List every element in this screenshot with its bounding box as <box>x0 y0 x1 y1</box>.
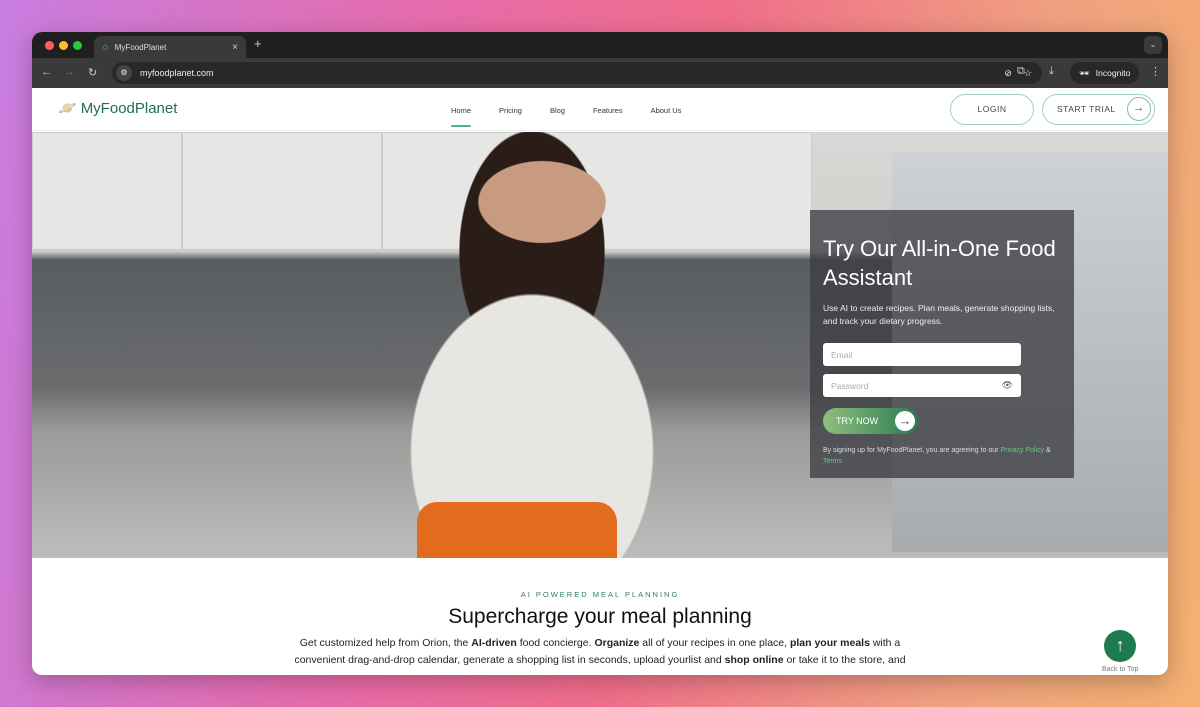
paragraph-text: food concierge. <box>516 637 595 649</box>
start-trial-label: START TRIAL <box>1057 104 1116 114</box>
bookmark-star-icon[interactable]: ☆ <box>1024 68 1032 79</box>
extensions-icon[interactable]: ⧉ <box>1017 65 1025 78</box>
hero-subtitle: Use AI to create recipes. Plan meals, ge… <box>823 303 1055 326</box>
start-trial-button[interactable]: START TRIAL → <box>1042 94 1155 125</box>
logo-text: MyFoodPlanet <box>80 99 178 117</box>
incognito-icon: 🕶 <box>1079 67 1090 78</box>
nav-features[interactable]: Features <box>593 106 623 115</box>
arrow-right-icon: → <box>895 411 915 431</box>
emphasis-text: plan your meals <box>789 637 870 649</box>
password-input[interactable]: Password 👁 <box>823 374 1021 397</box>
incognito-label: Incognito <box>1095 68 1131 78</box>
section-eyebrow: AI POWERED MEAL PLANNING <box>520 590 680 599</box>
nav-about-us[interactable]: About Us <box>651 106 682 115</box>
main-nav: Home Pricing Blog Features About Us <box>451 106 682 127</box>
address-bar[interactable]: ⚙ myfoodplanet.com ⊘ ☆ <box>112 62 1042 84</box>
nav-pricing[interactable]: Pricing <box>499 106 522 115</box>
back-to-top-button[interactable]: ↑ Back to Top <box>1102 630 1138 673</box>
terms-link[interactable]: Terms <box>823 458 842 465</box>
paragraph-text: Get customized help from Orion, the <box>299 637 472 649</box>
login-button[interactable]: LOGIN <box>950 94 1034 125</box>
email-input[interactable]: Email <box>823 343 1021 366</box>
browser-toolbar: ← → ↻ ⚙ myfoodplanet.com ⊘ ☆ ⧉ ⤓ 🕶 Incogni… <box>32 58 1168 88</box>
more-menu-icon[interactable]: ⋮ <box>1150 65 1161 78</box>
close-tab-icon[interactable]: × <box>232 42 238 53</box>
emphasis-text: Organize <box>594 637 640 649</box>
nav-blog[interactable]: Blog <box>550 106 565 115</box>
back-to-top-label: Back to Top <box>1102 666 1139 673</box>
close-window-button[interactable] <box>45 41 54 50</box>
terms-amp: & <box>1044 447 1051 454</box>
terms-text: By signing up for MyFoodPlanet, you are … <box>823 445 1061 467</box>
section-paragraph: Get customized help from Orion, the AI-d… <box>280 635 920 668</box>
incognito-badge[interactable]: 🕶 Incognito <box>1070 62 1140 84</box>
try-now-button[interactable]: TRY NOW → <box>823 408 918 434</box>
emphasis-text: AI-driven <box>471 637 517 649</box>
emphasis-text: shop online <box>724 653 784 666</box>
password-placeholder: Password <box>831 380 869 391</box>
features-intro: AI POWERED MEAL PLANNING Supercharge you… <box>32 558 1168 668</box>
arrow-right-icon: → <box>1127 97 1151 121</box>
try-now-label: TRY NOW <box>836 416 879 426</box>
arrow-up-icon: ↑ <box>1104 630 1137 662</box>
privacy-policy-link[interactable]: Privacy Policy <box>1000 447 1044 454</box>
tab-title: MyFoodPlanet <box>114 42 167 52</box>
paragraph-text: all of your recipes in one place, <box>639 637 790 649</box>
browser-window: ✿ MyFoodPlanet × + ⌄ ← → ↻ ⚙ myfoodplanet.… <box>32 32 1168 675</box>
tab-bar: ✿ MyFoodPlanet × + ⌄ <box>32 32 1168 58</box>
hero-image-person <box>322 132 722 558</box>
tab-search-button[interactable]: ⌄ <box>1144 36 1162 54</box>
hero-image <box>32 132 182 250</box>
planet-logo-icon: 🪐 <box>58 100 77 117</box>
download-icon[interactable]: ⤓ <box>1049 65 1054 78</box>
favicon-icon: ✿ <box>102 42 109 52</box>
hero-title: Try Our All-in-One Food Assistant <box>823 236 1056 290</box>
browser-tab[interactable]: ✿ MyFoodPlanet × <box>94 36 246 58</box>
show-password-eye-icon[interactable]: 👁 <box>1002 380 1013 391</box>
site-settings-icon[interactable]: ⚙ <box>116 65 132 81</box>
minimize-window-button[interactable] <box>59 41 68 50</box>
back-icon[interactable]: ← <box>41 66 52 78</box>
signup-panel: Try Our All-in-One Food Assistant Use AI… <box>810 210 1074 478</box>
forward-icon[interactable]: → <box>64 66 75 78</box>
reload-icon[interactable]: ↻ <box>88 66 97 79</box>
email-placeholder: Email <box>831 349 853 360</box>
site-header: 🪐 MyFoodPlanet Home Pricing Blog Features… <box>32 88 1168 131</box>
new-tab-button[interactable]: + <box>254 36 262 51</box>
section-title: Supercharge your meal planning <box>448 605 752 628</box>
nav-home[interactable]: Home <box>451 106 472 127</box>
hero-section: Try Our All-in-One Food Assistant Use AI… <box>32 132 1168 558</box>
logo[interactable]: 🪐 MyFoodPlanet <box>58 99 178 118</box>
terms-prefix: By signing up for MyFoodPlanet, you are … <box>823 447 1001 454</box>
hero-image-pot <box>417 502 617 558</box>
url-text[interactable]: myfoodplanet.com <box>140 68 214 78</box>
maximize-window-button[interactable] <box>73 41 82 50</box>
paragraph-text: or take it to the store, and <box>783 653 906 666</box>
eye-off-icon[interactable]: ⊘ <box>1004 68 1012 79</box>
